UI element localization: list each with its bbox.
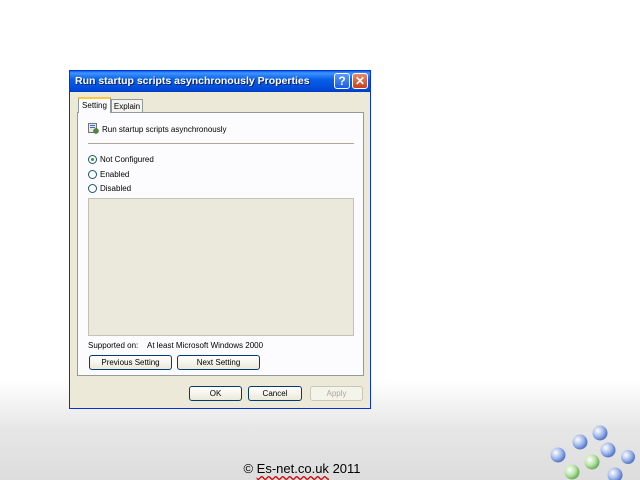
policy-name: Run startup scripts asynchronously [102,125,227,134]
dots-logo-icon [550,425,635,480]
apply-button[interactable]: Apply [310,386,363,401]
comment-area [88,198,354,336]
radio-button[interactable] [88,170,97,179]
cancel-button[interactable]: Cancel [248,386,302,401]
tab-setting[interactable]: Setting [78,97,111,113]
title-bar[interactable]: Run startup scripts asynchronously Prope… [70,71,370,92]
ok-button[interactable]: OK [189,386,242,401]
supported-on-label: Supported on: [88,341,139,350]
radio-label[interactable]: Enabled [100,170,129,180]
copyright-year: 2011 [332,461,361,476]
radio-label[interactable]: Not Configured [100,155,154,165]
copyright-domain: Es-net.co.uk [256,461,329,476]
radio-button[interactable] [88,184,97,193]
previous-setting-button[interactable]: Previous Setting [89,355,172,370]
separator [88,143,354,144]
dialog-title: Run startup scripts asynchronously Prope… [75,75,310,87]
policy-icon [88,123,99,134]
properties-dialog: Run startup scripts asynchronously Prope… [69,70,371,409]
copyright-symbol: © [243,461,254,476]
supported-on-value: At least Microsoft Windows 2000 [147,341,264,350]
help-icon: ? [338,74,346,88]
close-button[interactable]: ✕ [352,73,368,89]
close-icon: ✕ [354,74,366,88]
copyright-footer: © Es-net.co.uk 2011 [0,461,604,476]
next-setting-button[interactable]: Next Setting [177,355,260,370]
help-button[interactable]: ? [334,73,350,89]
radio-label[interactable]: Disabled [100,184,131,194]
radio-button[interactable] [88,155,97,164]
